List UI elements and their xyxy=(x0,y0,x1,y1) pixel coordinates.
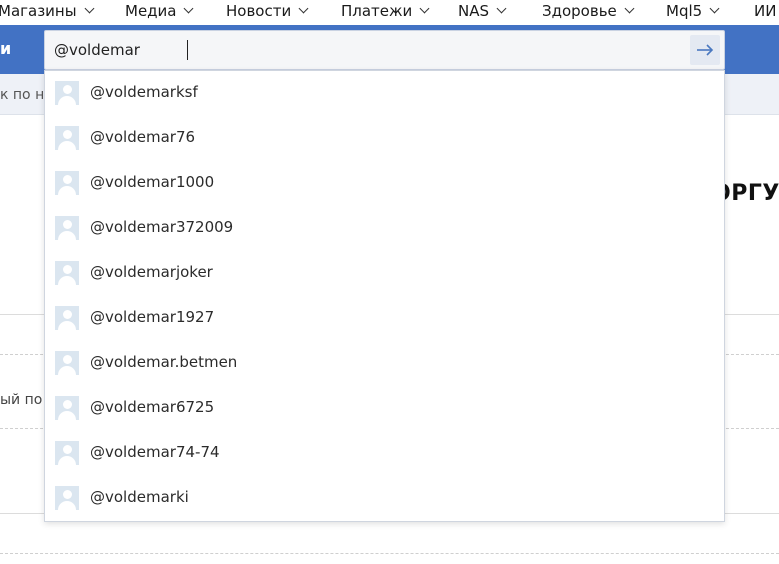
suggestion-username: @voldemar.betmen xyxy=(90,353,238,371)
suggestion-username: @voldemarki xyxy=(90,488,189,506)
suggestion-item[interactable]: @voldemarjoker xyxy=(45,251,724,296)
nav-item-label: Медиа xyxy=(125,2,177,20)
nav-item-news[interactable]: Новости xyxy=(226,0,309,24)
suggestion-item[interactable]: @voldemarki xyxy=(45,476,724,521)
suggestion-username: @voldemar6725 xyxy=(90,398,215,416)
avatar xyxy=(55,171,79,195)
header-title: и xyxy=(0,39,12,58)
nav-item-label: Новости xyxy=(226,2,292,20)
suggestion-username: @voldemar1000 xyxy=(90,173,215,191)
avatar xyxy=(55,261,79,285)
nav-item-media[interactable]: Медиа xyxy=(125,0,194,24)
nav-item-mql5[interactable]: Mql5 xyxy=(666,0,720,24)
suggestion-item[interactable]: @voldemar6725 xyxy=(45,386,724,431)
avatar xyxy=(55,486,79,510)
search-submit-button[interactable] xyxy=(690,35,720,65)
arrow-right-icon xyxy=(697,44,714,56)
divider xyxy=(0,553,779,554)
suggestions-dropdown: @voldemarksf @voldemar76 @voldemar1000 @… xyxy=(44,70,725,522)
avatar xyxy=(55,306,79,330)
suggestion-username: @voldemarjoker xyxy=(90,263,213,281)
avatar xyxy=(55,216,79,240)
chevron-down-icon xyxy=(624,3,635,14)
search-input[interactable] xyxy=(54,31,674,69)
suggestion-username: @voldemar76 xyxy=(90,128,196,146)
suggestion-item[interactable]: @voldemarksf xyxy=(45,71,724,116)
nav-item-label: Здоровье xyxy=(542,2,617,20)
suggestion-username: @voldemarksf xyxy=(90,83,198,101)
suggestion-item[interactable]: @voldemar372009 xyxy=(45,206,724,251)
text-caret xyxy=(187,40,188,60)
chevron-down-icon xyxy=(298,3,309,14)
nav-item-label: Платежи xyxy=(341,2,413,20)
nav-item-health[interactable]: Здоровье xyxy=(542,0,635,24)
suggestion-item[interactable]: @voldemar76 xyxy=(45,116,724,161)
suggestion-item[interactable]: @voldemar1000 xyxy=(45,161,724,206)
nav-item-shops[interactable]: Магазины xyxy=(0,0,95,24)
avatar xyxy=(55,81,79,105)
chevron-down-icon xyxy=(496,3,507,14)
nav-item-label: Mql5 xyxy=(666,2,703,20)
chevron-down-icon xyxy=(709,3,720,14)
search-box xyxy=(44,30,725,70)
nav-item-label: ИИ xyxy=(754,2,777,20)
chevron-down-icon xyxy=(419,3,430,14)
avatar xyxy=(55,441,79,465)
avatar xyxy=(55,396,79,420)
suggestion-item[interactable]: @voldemar74-74 xyxy=(45,431,724,476)
top-navigation: Магазины Медиа Новости Платежи NAS Здоро… xyxy=(0,0,779,24)
chevron-down-icon xyxy=(184,3,194,14)
avatar xyxy=(55,351,79,375)
nav-item-label: NAS xyxy=(458,2,490,20)
nav-item-payments[interactable]: Платежи xyxy=(341,0,430,24)
chevron-down-icon xyxy=(84,3,95,14)
nav-item-nas[interactable]: NAS xyxy=(458,0,507,24)
nav-item-label: Магазины xyxy=(0,2,77,20)
suggestion-username: @voldemar372009 xyxy=(90,218,234,236)
suggestion-username: @voldemar1927 xyxy=(90,308,215,326)
nav-item-ai[interactable]: ИИ xyxy=(754,0,776,24)
avatar xyxy=(55,126,79,150)
suggestion-username: @voldemar74-74 xyxy=(90,443,220,461)
suggestion-item[interactable]: @voldemar1927 xyxy=(45,296,724,341)
page-text-fragment: ый по xyxy=(0,392,43,408)
suggestion-item[interactable]: @voldemar.betmen xyxy=(45,341,724,386)
